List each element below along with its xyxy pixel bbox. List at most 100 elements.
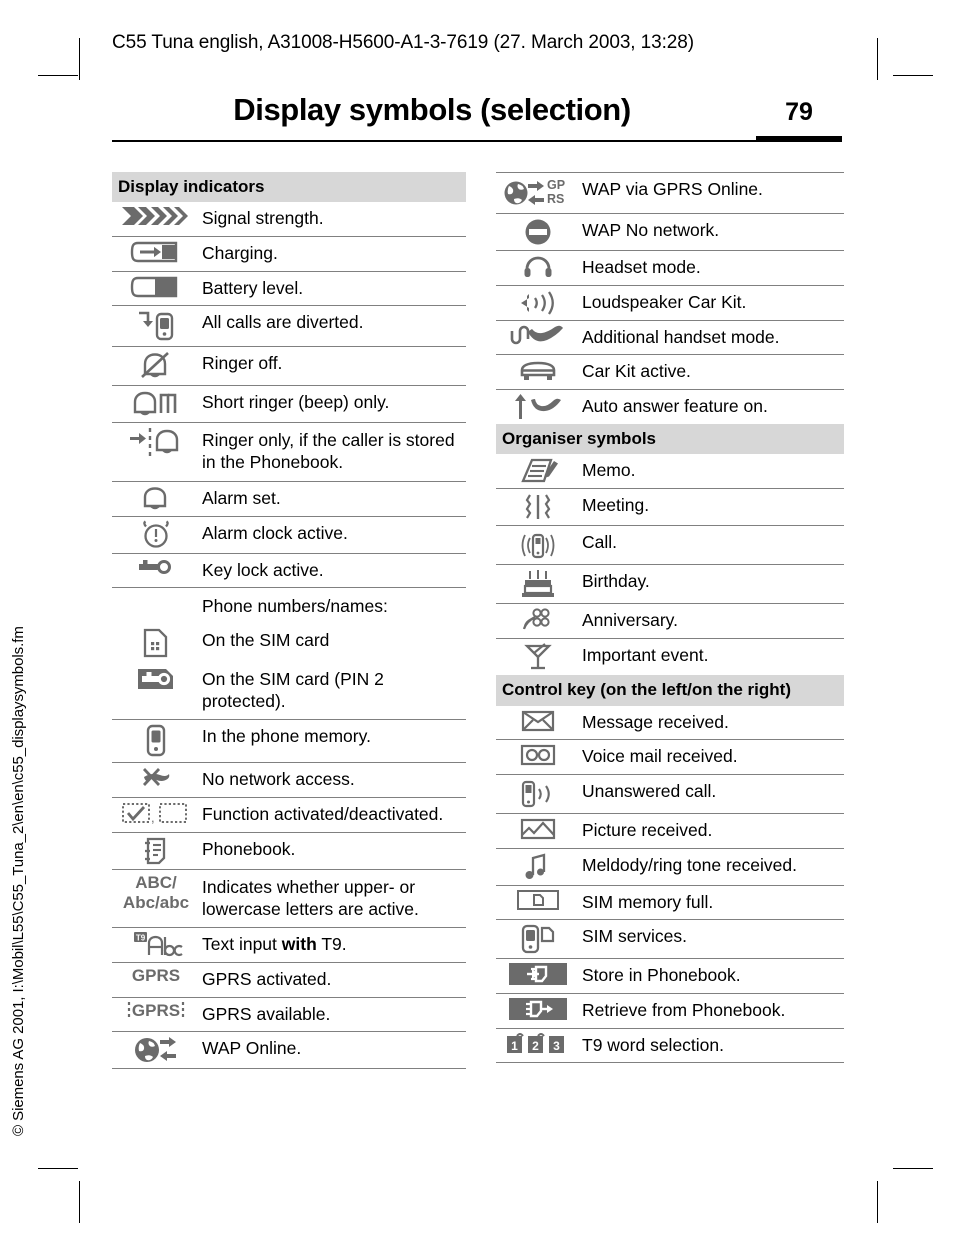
crop-mark-bottom-right-vertical xyxy=(877,1181,878,1223)
row-label: Headset mode. xyxy=(582,257,701,277)
abc-case-line-1: ABC/ xyxy=(135,872,177,892)
title-rule xyxy=(112,140,842,142)
row-label: Meeting. xyxy=(582,495,650,516)
crop-mark-top-left-horizontal xyxy=(38,75,78,76)
loudspeaker-car-kit-icon xyxy=(496,286,580,320)
row-label: Text input with T9. xyxy=(200,928,466,962)
row-label: Alarm clock active. xyxy=(202,522,348,543)
row-label: Phone numbers/names: xyxy=(202,596,388,617)
right-column-table: GP RS WAP via GPRS Online. WAP No networ… xyxy=(496,172,844,1064)
row-label: On the SIM card (PIN 2 protected). xyxy=(202,669,384,711)
table-row: SIM services. xyxy=(496,920,844,960)
crop-mark-bottom-left-vertical xyxy=(79,1181,80,1223)
row-label: Battery level. xyxy=(202,277,304,298)
t9-digit-1: 1 xyxy=(511,1039,518,1053)
table-row: Store in Phonebook. xyxy=(496,959,844,994)
abc-case-line-2: Abc/abc xyxy=(122,892,190,912)
table-row: , Function activated/deactivated. xyxy=(112,798,466,833)
crop-mark-bottom-right-horizontal xyxy=(893,1168,933,1169)
table-row: Battery level. xyxy=(112,272,466,307)
row-label: Function activated/deactivated. xyxy=(202,804,444,825)
row-label: No network access. xyxy=(202,769,355,790)
table-row: In the phone memory. xyxy=(112,720,466,764)
empty-icon-cell xyxy=(112,590,200,596)
row-label: SIM services. xyxy=(582,926,688,947)
table-row: 1 2 3 T9 word selection. xyxy=(496,1029,844,1064)
row-label: Call. xyxy=(582,532,618,553)
t9-digit-3: 3 xyxy=(553,1039,560,1053)
row-label: Ringer only, if the caller is stored in … xyxy=(202,430,455,472)
row-label: Indicates whether upper- or lowercase le… xyxy=(202,876,419,919)
alarm-clock-active-icon xyxy=(112,517,200,553)
wap-gprs-label-1: GP xyxy=(547,178,565,192)
row-label: Birthday. xyxy=(582,571,650,592)
table-row: WAP No network. xyxy=(496,214,844,251)
sim-card-pin2-icon xyxy=(112,662,200,696)
gprs-available-icon: GPRS xyxy=(112,998,200,1024)
row-label: WAP No network. xyxy=(582,220,720,240)
crop-mark-top-right-vertical xyxy=(877,38,878,80)
row-label: Short ringer (beep) only. xyxy=(202,392,390,413)
t9-text-post: T9. xyxy=(316,934,347,955)
t9-digit-2: 2 xyxy=(532,1039,539,1053)
battery-charging-icon xyxy=(112,237,200,267)
row-label: Additional handset mode. xyxy=(582,326,780,347)
table-row: Picture received. xyxy=(496,814,844,849)
side-caption: © Siemens AG 2001, I:\Mobil\L55\C55_Tuna… xyxy=(9,626,27,1136)
row-label: WAP Online. xyxy=(202,1038,302,1059)
table-row: Call. xyxy=(496,526,844,566)
row-label: Phonebook. xyxy=(202,838,296,859)
table-row: Retrieve from Phonebook. xyxy=(496,994,844,1029)
table-row: Unanswered call. xyxy=(496,775,844,814)
title-rule-thick xyxy=(756,136,842,142)
t9-text-bold: with xyxy=(281,934,317,955)
sim-memory-full-icon xyxy=(496,886,580,914)
ringer-phonebook-only-icon xyxy=(112,423,200,461)
memo-icon xyxy=(496,454,580,488)
key-lock-icon xyxy=(112,554,200,580)
table-row: T9 Text input with T9. xyxy=(112,928,466,963)
t9-text-pre: Text input xyxy=(202,934,282,955)
table-row: No network access. xyxy=(112,763,466,799)
meeting-icon xyxy=(496,489,580,525)
table-row: WAP Online. xyxy=(112,1032,466,1070)
wap-gprs-label-2: RS xyxy=(547,192,564,206)
row-label: Store in Phonebook. xyxy=(582,965,741,986)
wap-online-icon xyxy=(112,1032,200,1068)
car-kit-icon xyxy=(496,355,580,387)
birthday-cake-icon xyxy=(496,565,580,603)
no-network-icon xyxy=(112,763,200,793)
retrieve-phonebook-icon xyxy=(496,994,580,1024)
voice-mail-icon xyxy=(496,740,580,770)
battery-level-icon xyxy=(112,272,200,302)
sim-services-icon xyxy=(496,920,580,958)
unanswered-call-icon xyxy=(496,775,580,813)
row-label: Unanswered call. xyxy=(582,780,717,801)
row-label: SIM memory full. xyxy=(582,891,714,912)
row-label: All calls are diverted. xyxy=(202,312,364,333)
table-row: Charging. xyxy=(112,237,466,272)
svg-text:,: , xyxy=(151,810,155,825)
page-number: 79 xyxy=(785,98,813,126)
row-label: GPRS available. xyxy=(202,1003,331,1024)
band-display-indicators: Display indicators xyxy=(112,172,466,203)
gprs-available-label: GPRS xyxy=(131,1000,181,1020)
table-row: Signal strength. xyxy=(112,202,466,237)
table-row: Additional handset mode. xyxy=(496,321,844,356)
table-row: Meeting. xyxy=(496,489,844,527)
function-toggle-icon: , xyxy=(112,798,200,828)
table-row: Headset mode. xyxy=(496,251,844,286)
row-label: Car Kit active. xyxy=(582,361,691,382)
table-row: Car Kit active. xyxy=(496,355,844,391)
table-row: Memo. xyxy=(496,454,844,490)
table-row: Important event. xyxy=(496,639,844,675)
row-label: Anniversary. xyxy=(582,610,678,631)
wap-gprs-online-icon: GP RS xyxy=(496,173,580,213)
table-row: GPRS GPRS activated. xyxy=(112,963,466,998)
table-row: Alarm set. xyxy=(112,482,466,517)
band-organiser-symbols: Organiser symbols xyxy=(496,424,844,455)
row-label: Picture received. xyxy=(582,819,713,840)
anniversary-icon xyxy=(496,604,580,638)
sim-card-icon xyxy=(112,624,200,662)
row-label: Message received. xyxy=(582,711,729,732)
